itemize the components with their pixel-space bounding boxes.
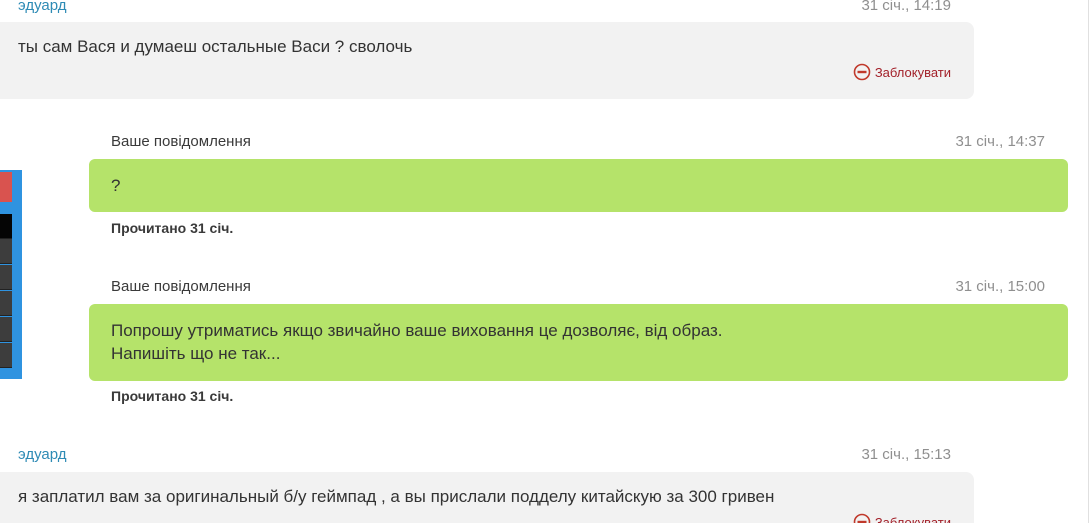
side-panel-cell: [0, 239, 12, 264]
block-icon: [853, 63, 871, 81]
message-text-line: Попрошу утриматись якщо звичайно ваше ви…: [111, 321, 723, 340]
side-panel-cell: [0, 291, 12, 316]
block-user-button[interactable]: Заблокувати: [853, 513, 951, 523]
incoming-message-bubble: я заплатил вам за оригинальный б/у геймп…: [0, 472, 974, 523]
chat-thread: эдуард 31 січ., 14:19 ты сам Вася и дума…: [0, 0, 1089, 523]
side-panel-cell: [0, 317, 12, 342]
message-author-link[interactable]: эдуард: [18, 446, 67, 463]
block-user-label: Заблокувати: [874, 64, 951, 80]
message-timestamp: 31 січ., 15:13: [861, 446, 951, 463]
incoming-message-bubble: ты сам Вася и думаеш остальные Васи ? св…: [0, 22, 974, 99]
side-panel-cell: [0, 265, 12, 290]
message-author-label: Ваше повідомлення: [111, 133, 251, 150]
read-status: Прочитано 31 січ.: [111, 220, 234, 236]
block-user-label: Заблокувати: [874, 514, 951, 523]
message-author-label: Ваше повідомлення: [111, 278, 251, 295]
block-user-button[interactable]: Заблокувати: [853, 63, 951, 81]
message-timestamp: 31 січ., 14:19: [861, 0, 951, 14]
outgoing-message-bubble: Попрошу утриматись якщо звичайно ваше ви…: [89, 304, 1068, 381]
message-text-line: Напишіть що не так...: [111, 344, 281, 363]
side-panel-cell: [0, 214, 12, 239]
side-panel-cell: [0, 343, 12, 368]
side-panel-red-block: [0, 172, 12, 202]
message-timestamp: 31 січ., 15:00: [955, 278, 1045, 295]
message-text: ты сам Вася и думаеш остальные Васи ? св…: [18, 37, 413, 56]
message-text: я заплатил вам за оригинальный б/у геймп…: [18, 487, 775, 506]
read-status: Прочитано 31 січ.: [111, 388, 234, 404]
outgoing-message-bubble: ?: [89, 159, 1068, 212]
side-panel-fragment: [0, 170, 22, 379]
message-text: ?: [111, 176, 121, 195]
block-icon: [853, 513, 871, 523]
message-timestamp: 31 січ., 14:37: [955, 133, 1045, 150]
message-author-link[interactable]: эдуард: [18, 0, 67, 14]
